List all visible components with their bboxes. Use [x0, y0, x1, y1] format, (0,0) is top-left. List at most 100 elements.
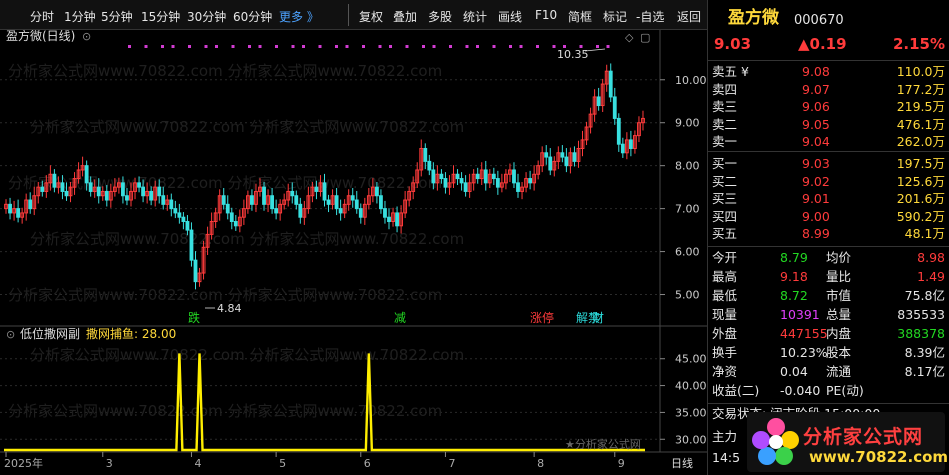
quote-row[interactable]: 净资 0.04 流通 8.17亿 — [712, 363, 945, 380]
x-tick-label: 3 — [106, 457, 113, 470]
adjust-button[interactable]: 复权 — [359, 8, 383, 25]
candle-body — [374, 186, 379, 197]
quote-row[interactable]: 最低 8.72 市值 75.8亿 — [712, 287, 945, 304]
candle-body — [262, 186, 266, 205]
remove-watchlist-button[interactable]: -自选 — [636, 8, 664, 25]
quote-row[interactable]: 换手 10.23% 股本 8.39亿 — [712, 344, 945, 361]
candle-body — [193, 259, 198, 283]
candle-body — [628, 139, 633, 149]
bid-volume: 48.1万 — [904, 226, 945, 241]
signal-dot — [215, 45, 218, 48]
candle-body — [229, 212, 234, 223]
signal-dot — [492, 45, 496, 48]
window-icon[interactable]: ▢ — [640, 31, 650, 44]
tab-1min[interactable]: 1分钟 — [64, 8, 96, 25]
candle-body — [225, 203, 230, 214]
signal-dot — [606, 45, 610, 48]
candle-body — [185, 221, 190, 231]
candle-body — [177, 212, 182, 218]
signal-dot — [405, 45, 409, 48]
signal-dot — [171, 45, 175, 48]
tab-intraday[interactable]: 分时 — [30, 8, 54, 25]
tab-5min[interactable]: 5分钟 — [101, 8, 133, 25]
candle-body — [149, 190, 154, 201]
x-tick-label: 5 — [279, 457, 286, 470]
quote-row[interactable]: 收益(二) -0.040 PE(动) — [712, 382, 945, 399]
ask-volume: 262.0万 — [896, 134, 945, 149]
stock-code: 000670 — [794, 13, 844, 28]
stat-value: 835533 — [897, 307, 945, 322]
divider — [708, 246, 949, 247]
tab-60min[interactable]: 60分钟 — [233, 8, 272, 25]
signal-dot — [476, 45, 479, 48]
back-button[interactable]: 返回 — [677, 8, 701, 25]
quote-row[interactable]: 买三 9.01 201.6万 — [712, 190, 945, 207]
x-axis: 2025年 3 4 5 6 7 8 9 — [4, 452, 625, 470]
indicator-name: 低位撒网副 — [20, 326, 80, 341]
stat-label: 内盘 — [826, 326, 852, 341]
signal-dot — [291, 45, 295, 48]
candle-body — [8, 203, 12, 214]
quote-row[interactable]: 买五 8.99 48.1万 — [712, 225, 945, 242]
quote-row[interactable]: 现量 10391 总量 835533 — [712, 306, 945, 323]
candle-body — [60, 182, 65, 192]
tab-30min[interactable]: 30分钟 — [187, 8, 226, 25]
quote-row[interactable]: 买一 9.03 197.5万 — [712, 155, 945, 172]
candle-body — [40, 186, 45, 192]
stat-label: 外盘 — [712, 326, 738, 341]
mark-button[interactable]: 标记 — [603, 8, 627, 25]
event-marker: 财 — [592, 311, 604, 325]
stat-value: 447155 — [780, 326, 828, 341]
stat-label: 均价 — [826, 250, 852, 265]
bid-price: 9.01 — [802, 191, 830, 206]
candle-body — [326, 199, 331, 205]
stat-value: 10391 — [780, 307, 820, 322]
pct-change: 2.15% — [892, 35, 945, 53]
stat-value: 8.79 — [780, 250, 808, 265]
stat-label: 股本 — [826, 345, 852, 360]
quote-row[interactable]: 最高 9.18 量比 1.49 — [712, 268, 945, 285]
quote-row[interactable]: 买二 9.02 125.6万 — [712, 173, 945, 190]
ask-label: 卖五 ¥ — [712, 64, 749, 79]
quote-row[interactable]: 今开 8.79 均价 8.98 — [712, 249, 945, 266]
quote-row[interactable]: 买四 9.00 590.2万 — [712, 208, 945, 225]
signal-dot — [465, 45, 469, 48]
quote-row[interactable]: 卖四 9.07 177.2万 — [712, 81, 945, 98]
quote-row[interactable]: 卖一 9.04 262.0万 — [712, 133, 945, 150]
candle-body — [270, 195, 275, 210]
overlay-button[interactable]: 叠加 — [393, 8, 417, 25]
simple-frame-button[interactable]: 简框 — [568, 8, 592, 25]
kline-chart[interactable]: 分析家公式网www.70822.com 分析家公式网www.70822.com 分… — [0, 28, 707, 475]
stat-label: 市值 — [826, 288, 852, 303]
candle-body — [141, 186, 145, 197]
ask-volume: 219.5万 — [896, 99, 945, 114]
quote-row[interactable]: 卖三 9.06 219.5万 — [712, 98, 945, 115]
candle-body — [516, 182, 520, 192]
quote-row[interactable]: 卖二 9.05 476.1万 — [712, 116, 945, 133]
signal-dot — [248, 45, 251, 48]
bid-price: 9.03 — [802, 156, 830, 171]
stat-value: 8.39亿 — [904, 345, 945, 360]
bid-volume: 201.6万 — [896, 191, 945, 206]
quote-row[interactable]: 外盘 447155 内盘 388378 — [712, 325, 945, 342]
main-force-label[interactable]: 主力 — [712, 428, 737, 445]
stats-button[interactable]: 统计 — [463, 8, 487, 25]
price-tick-label: 5.00 — [675, 289, 700, 302]
draw-line-button[interactable]: 画线 — [498, 8, 522, 25]
chart-menu-icon[interactable]: ⊙ — [82, 30, 91, 43]
candle-body — [596, 96, 601, 107]
multi-stock-button[interactable]: 多股 — [428, 8, 452, 25]
sub-menu-icon[interactable]: ⊙ — [6, 328, 15, 341]
candle-body — [169, 199, 174, 210]
tab-15min[interactable]: 15分钟 — [141, 8, 180, 25]
diamond-icon[interactable]: ◇ — [625, 31, 634, 44]
signal-dot — [536, 45, 539, 48]
f10-button[interactable]: F10 — [535, 8, 557, 22]
signal-dot — [422, 45, 425, 48]
more-periods-button[interactable]: 更多 》 — [279, 8, 319, 25]
stat-value: 388378 — [897, 326, 945, 341]
candle-body — [379, 195, 383, 210]
stat-label: PE(动) — [826, 383, 864, 398]
candle-body — [427, 160, 432, 171]
quote-row[interactable]: 卖五 ¥ 9.08 110.0万 — [712, 63, 945, 80]
